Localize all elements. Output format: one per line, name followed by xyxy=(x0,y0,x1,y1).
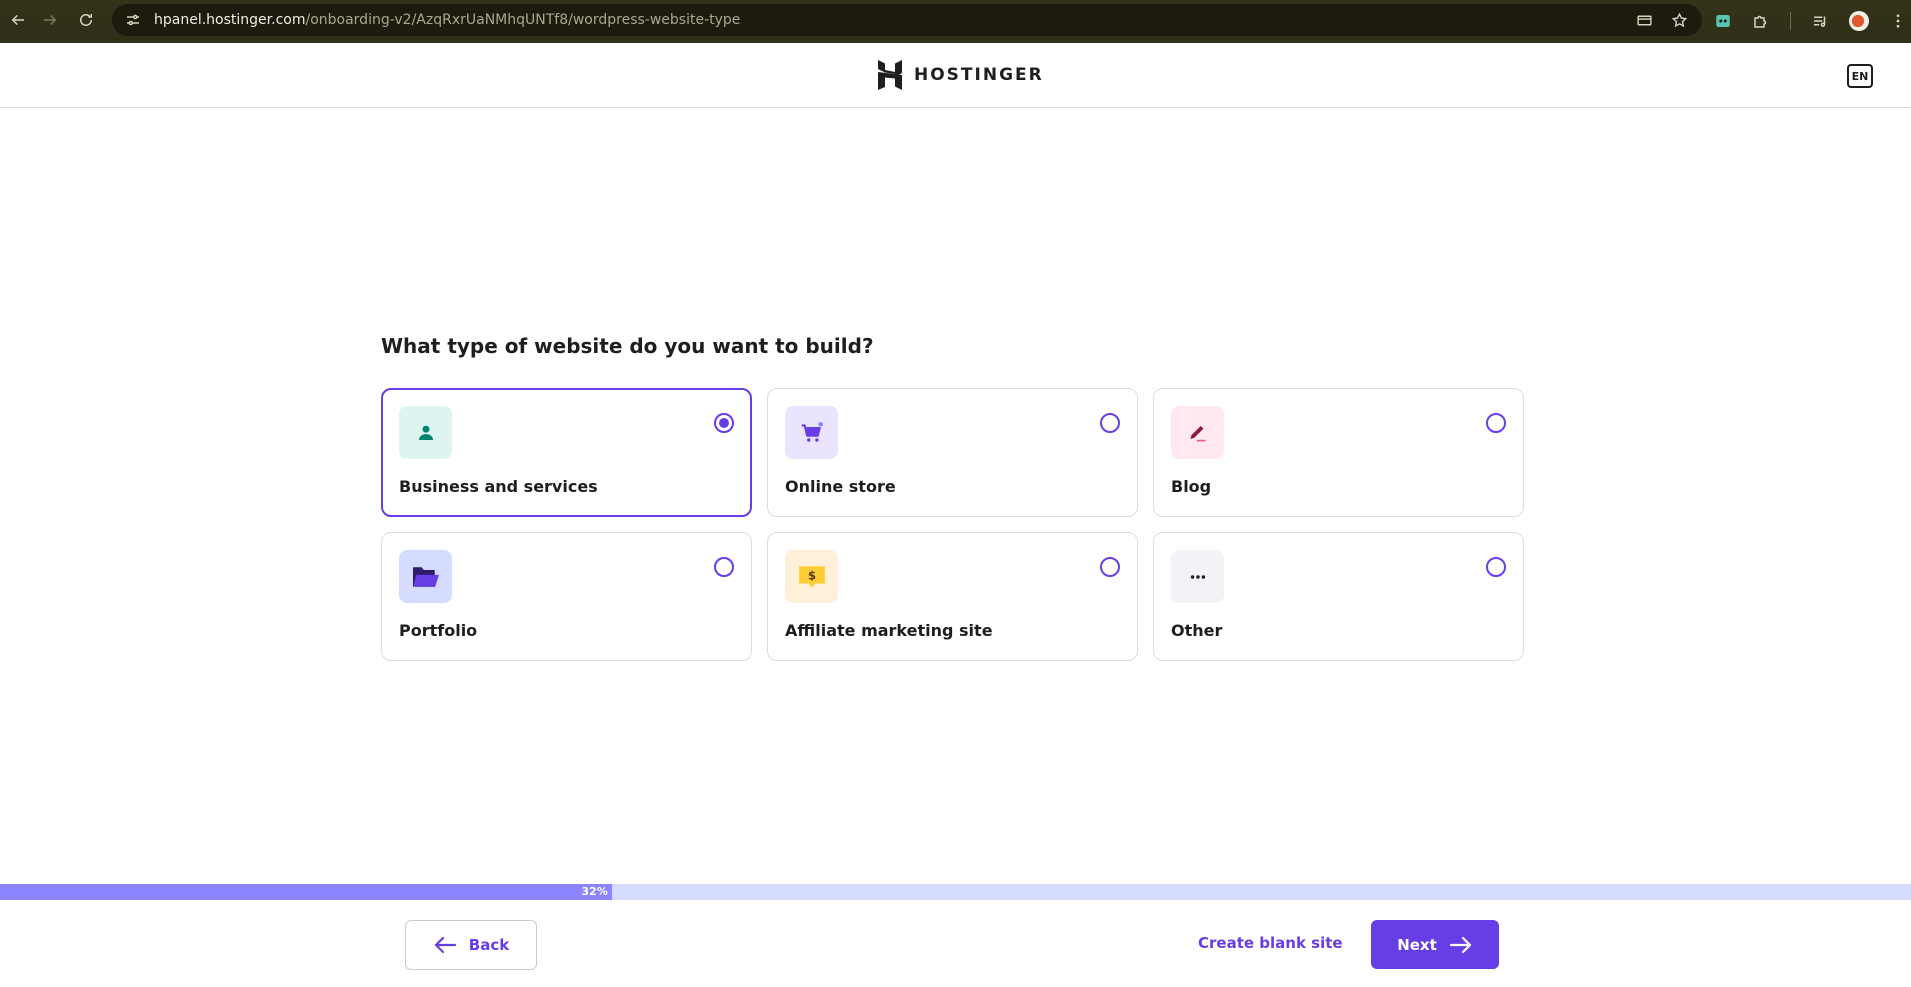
radio-button[interactable] xyxy=(1100,557,1120,577)
option-blog[interactable]: Blog xyxy=(1153,388,1524,517)
arrow-right-icon xyxy=(1449,936,1471,953)
option-affiliate-marketing-site[interactable]: $ Affiliate marketing site xyxy=(767,532,1138,661)
card-icon[interactable] xyxy=(1636,12,1653,29)
option-icon-box: $ xyxy=(785,550,838,603)
option-label: Other xyxy=(1171,621,1223,640)
progress-label: 32% xyxy=(581,885,608,898)
dollar-tag-icon: $ xyxy=(798,565,825,588)
puzzle-icon[interactable] xyxy=(1752,12,1770,30)
extension-icon[interactable] xyxy=(1714,12,1732,30)
option-label: Portfolio xyxy=(399,621,478,640)
progress-fill xyxy=(0,884,612,900)
site-header: HOSTINGER EN xyxy=(0,43,1911,108)
back-button-label: Back xyxy=(468,936,510,954)
back-button[interactable]: Back xyxy=(405,920,537,970)
website-type-options: Business and services Online store Blog … xyxy=(381,388,1525,661)
more-icon xyxy=(1190,574,1205,579)
create-blank-site-link[interactable]: Create blank site xyxy=(1198,934,1343,952)
forward-arrow-icon[interactable] xyxy=(32,2,68,38)
pen-icon xyxy=(1189,425,1206,441)
hostinger-logo-icon xyxy=(878,60,902,90)
folder-icon xyxy=(412,566,439,587)
back-arrow-icon[interactable] xyxy=(0,2,36,38)
option-business-and-services[interactable]: Business and services xyxy=(381,388,752,517)
option-icon-box xyxy=(785,406,838,459)
menu-dots-icon[interactable] xyxy=(1889,12,1907,30)
bookmark-star-icon[interactable] xyxy=(1671,11,1688,29)
next-button-label: Next xyxy=(1397,935,1437,954)
option-portfolio[interactable]: Portfolio xyxy=(381,532,752,661)
option-other[interactable]: Other xyxy=(1153,532,1524,661)
site-info-icon[interactable] xyxy=(124,11,142,29)
media-queue-icon[interactable] xyxy=(1811,12,1829,30)
toolbar-divider xyxy=(1790,12,1791,30)
option-icon-box xyxy=(399,406,452,459)
url-text: hpanel.hostinger.com/onboarding-v2/AzqRx… xyxy=(154,12,741,28)
option-icon-box xyxy=(1171,406,1224,459)
option-label: Business and services xyxy=(399,477,598,496)
address-bar[interactable]: hpanel.hostinger.com/onboarding-v2/AzqRx… xyxy=(112,4,1702,36)
option-online-store[interactable]: Online store xyxy=(767,388,1138,517)
svg-text:$: $ xyxy=(807,568,815,582)
person-icon xyxy=(418,425,433,440)
option-icon-box xyxy=(399,550,452,603)
cart-icon xyxy=(801,421,823,442)
hostinger-logo[interactable]: HOSTINGER xyxy=(876,59,1044,91)
logo-text: HOSTINGER xyxy=(914,65,1044,85)
language-selector[interactable]: EN xyxy=(1847,64,1873,88)
onboarding-progress-bar: 32% xyxy=(0,884,1911,900)
browser-toolbar: hpanel.hostinger.com/onboarding-v2/AzqRx… xyxy=(0,0,1911,43)
profile-avatar[interactable] xyxy=(1849,11,1869,31)
radio-button[interactable] xyxy=(714,413,734,433)
option-label: Blog xyxy=(1171,477,1212,496)
option-label: Online store xyxy=(785,477,896,496)
radio-button[interactable] xyxy=(1100,413,1120,433)
page-question: What type of website do you want to buil… xyxy=(381,334,874,358)
radio-button[interactable] xyxy=(714,557,734,577)
option-label: Affiliate marketing site xyxy=(785,621,993,640)
radio-button[interactable] xyxy=(1486,557,1506,577)
radio-button[interactable] xyxy=(1486,413,1506,433)
option-icon-box xyxy=(1171,550,1224,603)
reload-icon[interactable] xyxy=(68,2,104,38)
next-button[interactable]: Next xyxy=(1371,920,1499,969)
arrow-left-icon xyxy=(434,936,456,954)
